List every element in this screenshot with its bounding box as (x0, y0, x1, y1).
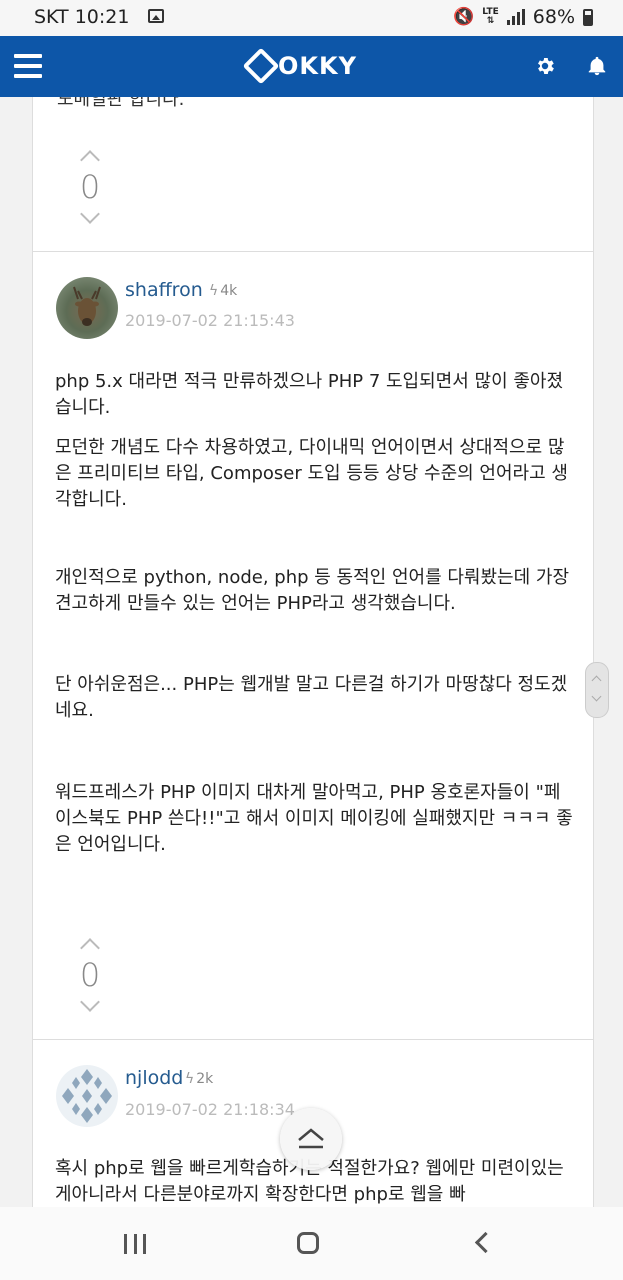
back-icon[interactable] (474, 1231, 497, 1254)
signal-icon (506, 9, 525, 25)
scrollbar-handle[interactable] (585, 662, 609, 718)
answer-list: 도메일판 합니다. 0 shaffron ϟ 4k 2019-07-02 21:1… (32, 97, 594, 1207)
lte-icon: LTE ⇅ (482, 7, 499, 26)
downvote-icon[interactable] (80, 992, 100, 1012)
divider (33, 1039, 593, 1040)
menu-icon[interactable] (14, 54, 42, 78)
vote-widget: 0 (75, 938, 105, 1012)
post-paragraph: 개인적으로 python, node, php 등 동적인 언어를 다뤄봤는데 … (55, 567, 570, 614)
reputation-value: 4k (220, 283, 238, 299)
logo[interactable]: OKKY (242, 47, 357, 85)
post-date: 2019-07-02 21:18:34 (125, 1100, 295, 1119)
reputation: ϟ 2k (185, 1071, 213, 1087)
vote-count: 0 (79, 168, 101, 206)
pattern-avatar-image (62, 1069, 112, 1123)
avatar[interactable] (56, 1065, 118, 1127)
post-paragraph: 단 아쉬운점은... PHP는 웹개발 말고 다른걸 하기가 마땅찮다 정도겠네… (55, 674, 568, 721)
deer-avatar-image (73, 286, 101, 326)
vote-count: 0 (79, 956, 101, 994)
avatar[interactable] (56, 277, 118, 339)
battery-icon (583, 8, 593, 26)
divider (33, 251, 593, 252)
chevron-up-icon (298, 1128, 324, 1149)
gallery-notification-icon (148, 9, 164, 23)
reputation: ϟ 4k (209, 283, 237, 299)
scroll-to-top-button[interactable] (280, 1108, 342, 1170)
battery-percent: 68% (532, 6, 575, 28)
bolt-icon: ϟ (209, 283, 219, 299)
post-date: 2019-07-02 21:15:43 (125, 311, 295, 330)
system-nav-bar (0, 1207, 623, 1280)
username[interactable]: shaffron (125, 279, 203, 301)
gear-icon[interactable] (534, 55, 556, 77)
logo-text: OKKY (278, 52, 357, 80)
mute-icon: 🔇 (453, 7, 475, 27)
vote-widget: 0 (75, 150, 105, 224)
bolt-icon: ϟ (185, 1071, 195, 1087)
recent-apps-icon[interactable] (124, 1234, 146, 1254)
app-header: OKKY (0, 36, 623, 97)
reputation-value: 2k (196, 1071, 214, 1087)
network-label: LTE (482, 7, 499, 17)
previous-answer-text: 도메일판 합니다. (57, 97, 185, 110)
post-paragraph: php 5.x 대라면 적극 만류하겠으나 PHP 7 도입되면서 많이 좋아졌… (55, 371, 564, 418)
logo-mark-icon (242, 47, 280, 85)
status-right: 🔇 LTE ⇅ 68% (453, 6, 593, 28)
post-paragraph: 모던한 개념도 다수 차용하였고, 다이내믹 언어이면서 상대적으로 많은 프리… (55, 437, 568, 510)
username[interactable]: njlodd (125, 1067, 183, 1089)
status-bar: SKT 10:21 🔇 LTE ⇅ 68% (0, 0, 623, 36)
bell-icon[interactable] (586, 54, 608, 78)
post-paragraph: 워드프레스가 PHP 이미지 대차게 말아먹고, PHP 옹호론자들이 "페이스… (55, 782, 573, 855)
home-icon[interactable] (297, 1232, 319, 1254)
status-carrier-time: SKT 10:21 (34, 6, 130, 28)
downvote-icon[interactable] (80, 204, 100, 224)
